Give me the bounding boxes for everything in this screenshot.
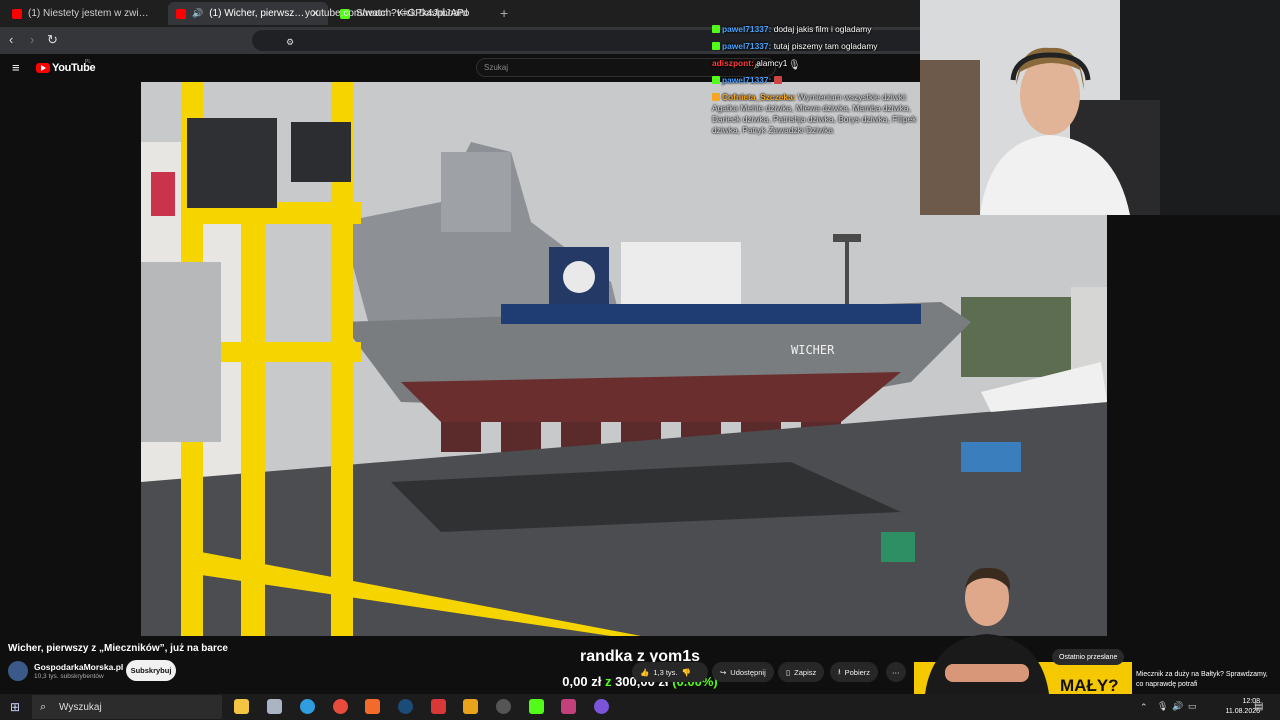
- brave-icon[interactable]: [365, 699, 380, 714]
- recent-uploads-chip[interactable]: Ostatnio przesłane: [1052, 649, 1125, 665]
- reload-icon[interactable]: ↻: [47, 33, 58, 47]
- ship-name-text: WICHER: [791, 343, 835, 357]
- emote-icon: [773, 76, 782, 84]
- edge-icon[interactable]: [300, 699, 315, 714]
- thumbs-down-icon: 👎: [681, 667, 691, 677]
- menu-icon[interactable]: ≡: [12, 60, 20, 75]
- second-webcam: [925, 567, 1049, 694]
- goal-current: 0,00 zł: [562, 674, 602, 689]
- app-icon[interactable]: [463, 699, 478, 714]
- steam-icon[interactable]: [398, 699, 413, 714]
- chat-text: dodaj jakis film i ogladamy: [773, 24, 872, 34]
- kick-icon[interactable]: [529, 699, 544, 714]
- tab-label: (1) Wicher, pierwszy z „Mieczników”: [209, 8, 305, 19]
- browser-tab-2[interactable]: 🔊 (1) Wicher, pierwszy z „Mieczników” ✕: [168, 2, 328, 25]
- banner-text: MAŁY?: [1060, 676, 1119, 695]
- taskbar-search-label[interactable]: Wyszukaj: [59, 702, 102, 713]
- badge-icon: [712, 42, 720, 50]
- like-dislike-button[interactable]: 👍 1,3 tys. 👎: [632, 662, 708, 682]
- clock-time: 12:08: [1242, 698, 1260, 705]
- chat-username: pawel71337:: [722, 24, 772, 34]
- new-tab-icon[interactable]: +: [500, 5, 508, 21]
- download-label: Pobierz: [844, 667, 871, 677]
- windows-start-icon[interactable]: ⊞: [10, 700, 20, 714]
- share-button[interactable]: ↪ Udostępnij: [712, 662, 774, 682]
- search-placeholder: Szukaj: [484, 63, 509, 72]
- browser-tab-1[interactable]: (1) Niestety jestem w związku - YouTube: [4, 2, 162, 25]
- notifications-icon[interactable]: ▤: [1254, 701, 1263, 712]
- taskbar: ⊞: [0, 694, 1280, 720]
- chat-message: pawel71337:: [712, 75, 924, 86]
- goal-connector: z: [604, 674, 612, 689]
- channel-name[interactable]: GospodarkaMorska.pl: [34, 662, 123, 672]
- recommended-video-title[interactable]: Miecznik za duży na Bałtyk? Sprawdzamy, …: [1136, 670, 1276, 690]
- subscribe-button[interactable]: Subskrybuj: [126, 660, 176, 681]
- chat-message: pawel71337: dodaj jakis film i ogladamy: [712, 24, 924, 35]
- streamer-webcam: [920, 0, 1280, 215]
- network-icon[interactable]: ▭: [1188, 701, 1197, 712]
- chat-text: tutaj piszemy tam ogladamy: [773, 41, 878, 51]
- obs-icon[interactable]: [496, 699, 511, 714]
- chat-message: pawel71337: tutaj piszemy tam ogladamy: [712, 41, 924, 52]
- site-info-icon[interactable]: ⚙: [286, 35, 294, 49]
- channel-subscriber-count: 10,3 tys. subskrybentów: [34, 673, 104, 680]
- chat-text: alamcy1: [756, 58, 788, 68]
- tab-label: (1) Niestety jestem w związku - YouTube: [28, 8, 154, 19]
- chat-username: Cofnieta_Szczeka:: [722, 92, 796, 102]
- tray-chevron-icon[interactable]: ⌃: [1140, 702, 1148, 713]
- badge-icon: [712, 25, 720, 33]
- bookmark-icon: ▯: [786, 667, 791, 677]
- forward-icon[interactable]: ›: [30, 33, 34, 47]
- badge-icon: [712, 76, 720, 84]
- video-title: Wicher, pierwszy z „Mieczników”, już na …: [8, 643, 228, 654]
- app-icon[interactable]: [594, 699, 609, 714]
- app-icon[interactable]: [561, 699, 576, 714]
- stream-chat-overlay: pawel71337: dodaj jakis film i ogladamy …: [712, 24, 924, 142]
- clock-date: 11.08.2026: [1225, 708, 1260, 715]
- thumbs-up-icon: 👍: [640, 667, 650, 677]
- chat-username: pawel71337:: [722, 75, 772, 85]
- volume-icon[interactable]: 🔊: [1172, 701, 1183, 712]
- app-icon[interactable]: [267, 699, 282, 714]
- channel-avatar[interactable]: [8, 661, 28, 681]
- webcam-image: [920, 0, 1280, 215]
- file-explorer-icon[interactable]: [234, 699, 249, 714]
- chat-username: pawel71337:: [722, 41, 772, 51]
- system-clock[interactable]: 12:08 11.08.2026: [1210, 697, 1260, 717]
- chat-username: adiszpont:: [712, 58, 754, 68]
- app-icon[interactable]: [431, 699, 446, 714]
- youtube-favicon-icon: [12, 8, 22, 19]
- more-icon: ⋯: [892, 667, 900, 677]
- speaker-icon: 🔊: [192, 8, 204, 18]
- search-icon: ⌕: [40, 701, 47, 713]
- chat-message: Cofnieta_Szczeka: Wymieniam wszystkie dz…: [712, 92, 924, 136]
- download-icon: ⭳: [838, 666, 841, 676]
- crown-badge-icon: [712, 93, 720, 101]
- chrome-icon[interactable]: [333, 699, 348, 714]
- chat-message: adiszpont: alamcy1: [712, 58, 924, 69]
- share-icon: ↪: [720, 667, 727, 677]
- url-text[interactable]: youtube.com/watch?v=GPk4JpiJAPo: [305, 8, 469, 19]
- save-label: Zapisz: [794, 667, 817, 677]
- like-count: 1,3 tys.: [653, 667, 678, 677]
- save-button[interactable]: ▯ Zapisz: [778, 662, 825, 682]
- region-code: PL: [85, 59, 92, 65]
- youtube-favicon-icon: [176, 8, 186, 19]
- share-label: Udostępnij: [730, 667, 766, 677]
- microphone-icon[interactable]: 🎙: [1157, 701, 1168, 712]
- more-actions-button[interactable]: ⋯: [886, 662, 906, 682]
- download-button[interactable]: ⭳ Pobierz: [830, 662, 879, 682]
- youtube-logo-icon[interactable]: [36, 63, 50, 73]
- back-icon[interactable]: ‹: [9, 33, 13, 47]
